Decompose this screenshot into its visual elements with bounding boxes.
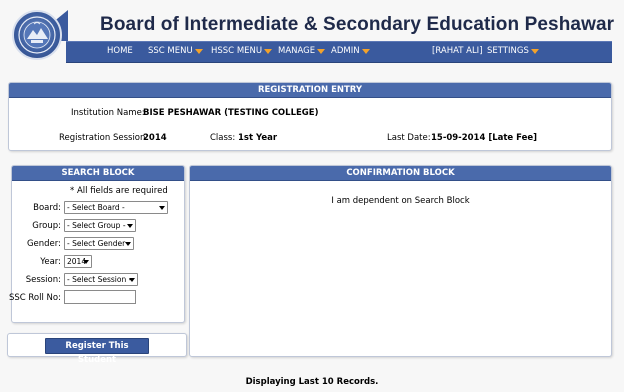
dropdown-arrow-icon: [127, 275, 136, 284]
confirmation-message: I am dependent on Search Block: [331, 196, 470, 206]
chevron-down-icon: [317, 48, 326, 54]
ssc-roll-label: SSC Roll No:: [8, 293, 61, 303]
last-date-label: Last Date:: [387, 133, 431, 143]
nav-manage[interactable]: MANAGE: [278, 46, 326, 56]
gender-label: Gender:: [26, 239, 61, 249]
nav-home-label: HOME: [107, 46, 133, 56]
last-date-value: 15-09-2014 [Late Fee]: [431, 133, 538, 143]
group-select[interactable]: - Select Group -: [64, 219, 136, 232]
search-block-heading: SEARCH BLOCK: [12, 166, 184, 181]
register-student-button[interactable]: Register This Student: [45, 338, 149, 365]
institution-label: Institution Name:: [71, 108, 145, 118]
board-select[interactable]: - Select Board -: [64, 201, 168, 214]
crest-icon: [18, 16, 56, 54]
page-title: Board of Intermediate & Secondary Educat…: [100, 14, 615, 35]
chevron-down-icon: [194, 48, 203, 54]
dropdown-arrow-icon: [123, 239, 132, 248]
register-button-panel: Register This Student: [7, 333, 187, 365]
class-label: Class:: [210, 133, 236, 143]
board-label: Board:: [33, 203, 61, 213]
records-footer: Displaying Last 10 Records.: [245, 377, 379, 387]
nav-ssc-menu[interactable]: SSC MENU: [148, 46, 203, 56]
nav-manage-label: MANAGE: [278, 46, 316, 56]
confirmation-block-panel: CONFIRMATION BLOCK I am dependent on Sea…: [189, 165, 612, 357]
chevron-down-icon: [264, 48, 273, 54]
nav-ssc-menu-label: SSC MENU: [148, 46, 193, 56]
gender-select[interactable]: - Select Gender -: [64, 237, 134, 250]
page: Board of Intermediate & Secondary Educat…: [0, 0, 624, 392]
confirmation-block-heading: CONFIRMATION BLOCK: [190, 166, 611, 181]
registration-entry-heading: REGISTRATION ENTRY: [9, 83, 611, 98]
nav-settings[interactable]: SETTINGS: [487, 46, 539, 56]
nav-user-label: [RAHAT ALI]: [432, 46, 483, 56]
gender-select-value: - Select Gender -: [67, 239, 131, 248]
session-select-value: - Select Session -: [67, 275, 132, 284]
registration-session-value: 2014: [143, 133, 167, 143]
nav-admin[interactable]: ADMIN: [331, 46, 370, 56]
registration-session-label: Registration Session:: [59, 133, 149, 143]
search-block-panel: SEARCH BLOCK * All fields are required B…: [8, 165, 185, 323]
registration-entry-panel: REGISTRATION ENTRY Institution Name: BIS…: [8, 82, 612, 151]
class-value: 1st Year: [238, 133, 278, 143]
board-select-value: - Select Board -: [67, 203, 125, 212]
nav-user[interactable]: [RAHAT ALI]: [432, 46, 483, 56]
nav-home[interactable]: HOME: [107, 46, 133, 56]
nav-admin-label: ADMIN: [331, 46, 360, 56]
session-label: Session:: [25, 275, 61, 285]
session-select[interactable]: - Select Session -: [64, 273, 138, 286]
bise-logo: [12, 10, 62, 60]
group-label: Group:: [32, 221, 61, 231]
ssc-roll-input[interactable]: [64, 290, 136, 304]
institution-value: BISE PESHAWAR (TESTING COLLEGE): [143, 108, 319, 118]
nav-hssc-menu-label: HSSC MENU: [211, 46, 263, 56]
group-select-value: - Select Group -: [67, 221, 126, 230]
required-note: * All fields are required: [70, 186, 168, 196]
chevron-down-icon: [361, 48, 370, 54]
chevron-down-icon: [530, 48, 539, 54]
dropdown-arrow-icon: [81, 257, 90, 266]
year-select[interactable]: 2014: [64, 255, 92, 268]
nav-settings-label: SETTINGS: [487, 46, 529, 56]
dropdown-arrow-icon: [125, 221, 134, 230]
dropdown-arrow-icon: [157, 203, 166, 212]
year-label: Year:: [40, 257, 61, 267]
nav-hssc-menu[interactable]: HSSC MENU: [211, 46, 273, 56]
